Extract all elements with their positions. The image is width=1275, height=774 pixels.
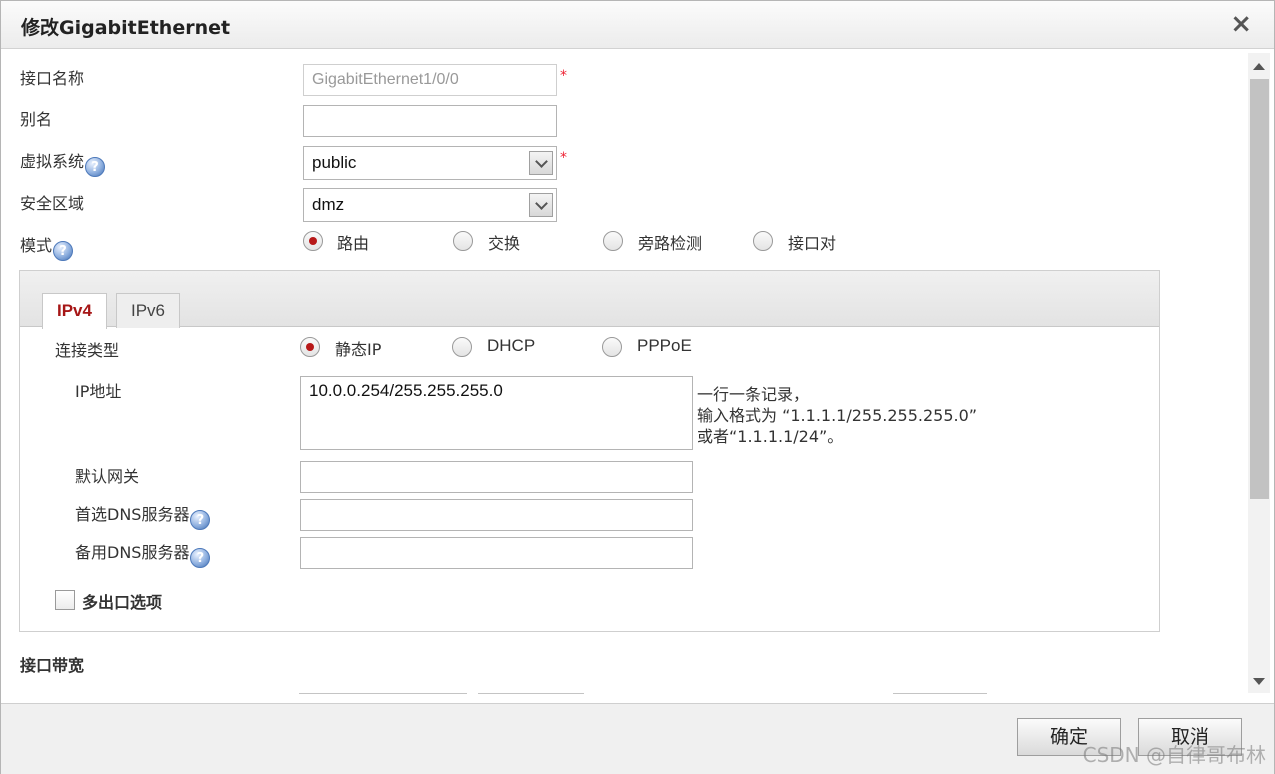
- zone-label: 安全区域: [20, 194, 85, 213]
- mode-option-pair-label: 接口对: [788, 234, 837, 253]
- dialog-footer: 确定 取消 CSDN @自律哥布林: [1, 703, 1274, 774]
- dns-backup-label: 备用DNS服务器?: [75, 539, 211, 568]
- multi-exit-label: 多出口选项: [82, 593, 163, 612]
- conn-radio-pppoe[interactable]: [602, 337, 622, 357]
- alias-input[interactable]: [303, 105, 557, 137]
- help-icon[interactable]: ?: [85, 157, 106, 177]
- dns-primary-label-text: 首选DNS服务器: [75, 505, 190, 524]
- alias-label: 别名: [20, 110, 53, 129]
- conn-radio-static[interactable]: [300, 337, 320, 357]
- scroll-thumb[interactable]: [1250, 79, 1269, 499]
- gateway-input[interactable]: [300, 461, 693, 493]
- dialog-content: 接口名称 GigabitEthernet1/0/0 * 别名 虚拟系统? pub…: [5, 50, 1268, 701]
- mode-option-route-label: 路由: [337, 234, 370, 253]
- dns-backup-input[interactable]: [300, 537, 693, 569]
- bandwidth-field-edge: [478, 693, 584, 695]
- hint-line: 一行一条记录，: [697, 385, 810, 404]
- dns-backup-label-text: 备用DNS服务器: [75, 543, 190, 562]
- vsys-selected-value: public: [312, 153, 357, 172]
- mode-radio-bypass[interactable]: [603, 231, 623, 251]
- conn-radio-dhcp[interactable]: [452, 337, 472, 357]
- scroll-down-icon[interactable]: [1253, 678, 1265, 685]
- mode-label-text: 模式: [20, 236, 53, 255]
- help-icon[interactable]: ?: [53, 241, 74, 261]
- vsys-label-text: 虚拟系统: [20, 152, 85, 171]
- ip-address-textarea[interactable]: 10.0.0.254/255.255.255.0: [300, 376, 693, 450]
- conn-option-static-label: 静态IP: [335, 340, 382, 359]
- mode-option-bypass-label: 旁路检测: [638, 234, 703, 253]
- chevron-down-icon[interactable]: [529, 151, 553, 175]
- help-icon[interactable]: ?: [190, 510, 211, 530]
- ip-address-label: IP地址: [75, 382, 122, 401]
- edit-interface-dialog: 修改GigabitEthernet × 接口名称 GigabitEthernet…: [0, 0, 1275, 774]
- bandwidth-field-edge: [299, 693, 467, 695]
- required-marker: *: [560, 68, 567, 84]
- dns-primary-label: 首选DNS服务器?: [75, 501, 211, 530]
- conn-option-pppoe-label: PPPoE: [637, 336, 692, 355]
- close-icon[interactable]: ×: [1230, 9, 1252, 39]
- mode-radio-route[interactable]: [303, 231, 323, 251]
- chevron-down-icon[interactable]: [529, 193, 553, 217]
- required-marker: *: [560, 150, 567, 166]
- ip-address-hint: 一行一条记录， 输入格式为 “1.1.1.1/255.255.255.0” 或者…: [697, 384, 977, 447]
- zone-selected-value: dmz: [312, 195, 345, 214]
- bandwidth-field-edge: [893, 693, 987, 695]
- interface-name-field: GigabitEthernet1/0/0: [303, 64, 557, 96]
- dialog-title: 修改GigabitEthernet: [21, 17, 231, 39]
- hint-line: 或者“1.1.1.1/24”。: [697, 427, 844, 446]
- conn-option-dhcp-label: DHCP: [487, 336, 536, 355]
- vsys-select[interactable]: public: [303, 146, 557, 180]
- bandwidth-section-title: 接口带宽: [20, 656, 85, 675]
- multi-exit-checkbox[interactable]: [55, 590, 75, 610]
- dialog-titlebar: 修改GigabitEthernet ×: [1, 1, 1274, 49]
- vertical-scrollbar[interactable]: [1248, 53, 1270, 693]
- gateway-label: 默认网关: [75, 467, 140, 486]
- ip-tab-bar: IPv4 IPv6: [20, 271, 1159, 329]
- mode-label: 模式?: [20, 232, 74, 261]
- hint-line: 输入格式为 “1.1.1.1/255.255.255.0”: [697, 406, 978, 425]
- tab-ipv4[interactable]: IPv4: [42, 293, 107, 329]
- interface-name-label: 接口名称: [20, 69, 85, 88]
- tab-ipv6[interactable]: IPv6: [116, 293, 181, 328]
- mode-radio-switch[interactable]: [453, 231, 473, 251]
- help-icon[interactable]: ?: [190, 548, 211, 568]
- conn-type-label: 连接类型: [55, 341, 120, 360]
- ip-config-panel: IPv4 IPv6 连接类型 静态IP DHCP PPPoE IP地址 10.0…: [19, 270, 1160, 632]
- dns-primary-input[interactable]: [300, 499, 693, 531]
- mode-radio-pair[interactable]: [753, 231, 773, 251]
- vsys-label: 虚拟系统?: [20, 148, 106, 177]
- zone-select[interactable]: dmz: [303, 188, 557, 222]
- watermark: CSDN @自律哥布林: [1082, 743, 1266, 767]
- mode-option-switch-label: 交换: [488, 234, 521, 253]
- scroll-up-icon[interactable]: [1253, 63, 1265, 70]
